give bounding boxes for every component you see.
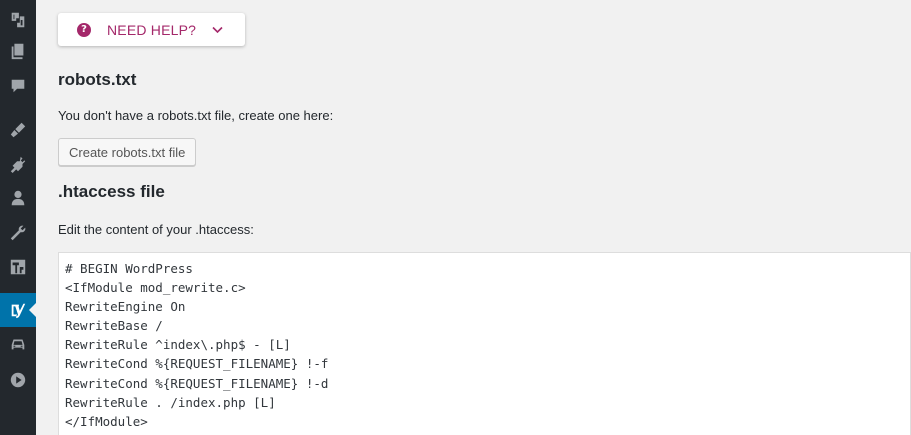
robots-description: You don't have a robots.txt file, create… xyxy=(58,108,334,123)
htaccess-heading: .htaccess file xyxy=(58,182,165,201)
appearance-icon[interactable] xyxy=(0,113,36,147)
robots-heading: robots.txt xyxy=(58,70,137,89)
seo-icon[interactable] xyxy=(0,3,36,37)
need-help-button[interactable]: ? NEED HELP? xyxy=(58,13,245,46)
users-icon[interactable] xyxy=(0,181,36,215)
create-robots-button[interactable]: Create robots.txt file xyxy=(58,138,197,166)
yoast-icon[interactable] xyxy=(0,293,36,327)
htaccess-description: Edit the content of your .htaccess: xyxy=(58,222,254,237)
play-icon[interactable] xyxy=(0,363,36,397)
plugins-icon[interactable] xyxy=(0,147,36,181)
pages-icon[interactable] xyxy=(0,34,36,68)
need-help-label: NEED HELP? xyxy=(107,21,197,38)
settings-icon[interactable] xyxy=(0,250,36,284)
tools-icon[interactable] xyxy=(0,216,36,250)
htaccess-editor[interactable]: # BEGIN WordPress <IfModule mod_rewrite.… xyxy=(58,252,911,435)
chevron-down-icon xyxy=(212,24,224,36)
comments-icon[interactable] xyxy=(0,69,36,103)
car-icon[interactable] xyxy=(0,327,36,361)
question-icon: ? xyxy=(77,22,91,37)
admin-sidebar xyxy=(0,0,36,435)
